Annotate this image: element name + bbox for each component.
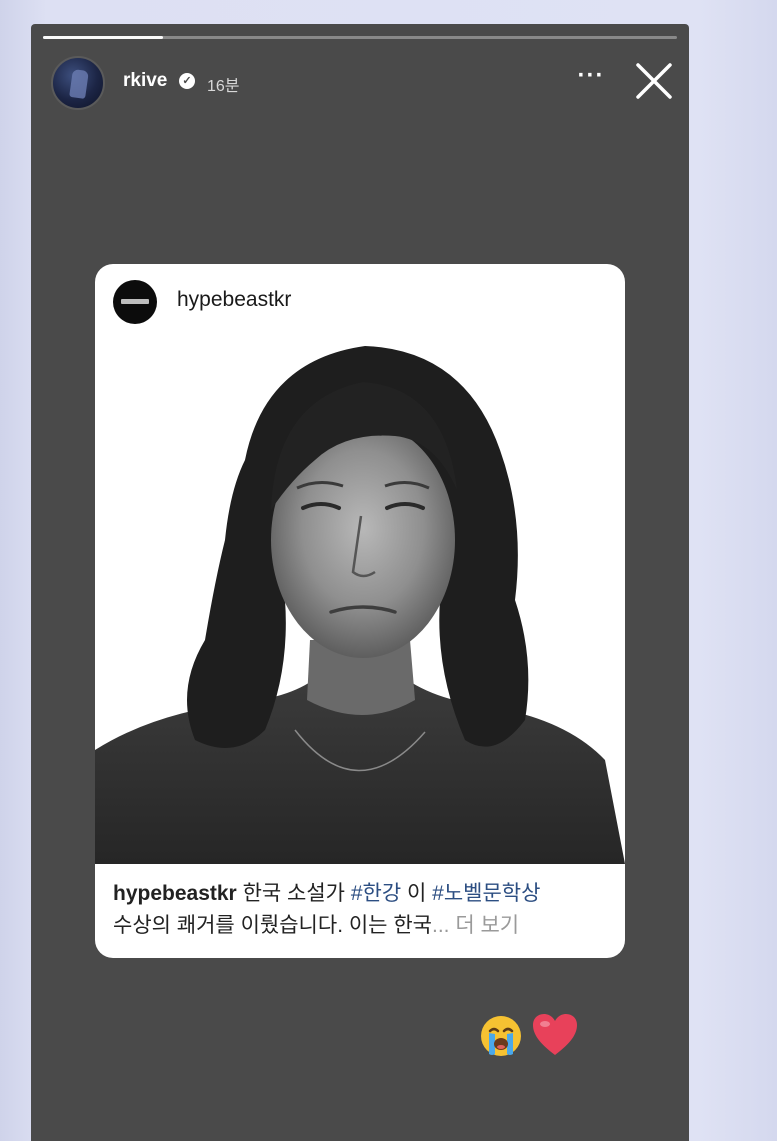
more-horizontal-icon[interactable]: ··· xyxy=(571,64,611,92)
profile-avatar[interactable] xyxy=(51,56,105,110)
red-heart-icon xyxy=(531,1012,579,1058)
verified-badge-icon: ✓ xyxy=(179,73,195,89)
loudly-crying-face-icon xyxy=(479,1014,523,1058)
story-progress-fill xyxy=(43,36,164,39)
see-more-link[interactable]: ... 더 보기 xyxy=(432,914,519,937)
post-caption[interactable]: hypebeastkr 한국 소설가 #한강 이 #노벨문학상 수상의 쾌거를 … xyxy=(113,878,613,942)
shared-post-username[interactable]: hypebeastkr xyxy=(177,288,291,312)
caption-text: 한국 소설가 xyxy=(236,882,351,905)
shared-post-card[interactable]: hypebeastkr hypebeastkr 한국 소설가 #한강 이 #노벨… xyxy=(95,264,625,958)
story-timestamp: 16분 xyxy=(207,78,240,95)
story-username[interactable]: rkive xyxy=(123,70,167,92)
hashtag-link[interactable]: #노벨문학상 xyxy=(432,882,540,905)
caption-text: 이 xyxy=(401,882,433,905)
avatar-figure xyxy=(69,69,89,99)
post-photo[interactable] xyxy=(95,340,625,864)
story-progress-bar xyxy=(43,36,677,39)
hypebeast-logo-icon xyxy=(121,299,149,304)
caption-line-1: hypebeastkr 한국 소설가 #한강 이 #노벨문학상 xyxy=(113,878,613,910)
caption-username[interactable]: hypebeastkr xyxy=(113,882,237,905)
shared-post-avatar[interactable] xyxy=(113,280,157,324)
caption-text: 수상의 쾌거를 이뤘습니다. 이는 한국 xyxy=(113,914,432,937)
close-icon[interactable] xyxy=(633,60,675,102)
hashtag-link[interactable]: #한강 xyxy=(351,882,401,905)
caption-line-2: 수상의 쾌거를 이뤘습니다. 이는 한국... 더 보기 xyxy=(113,910,613,942)
instagram-story[interactable]: rkive ✓ 16분 ··· hypebeastkr hypebeastkr … xyxy=(31,24,689,1141)
